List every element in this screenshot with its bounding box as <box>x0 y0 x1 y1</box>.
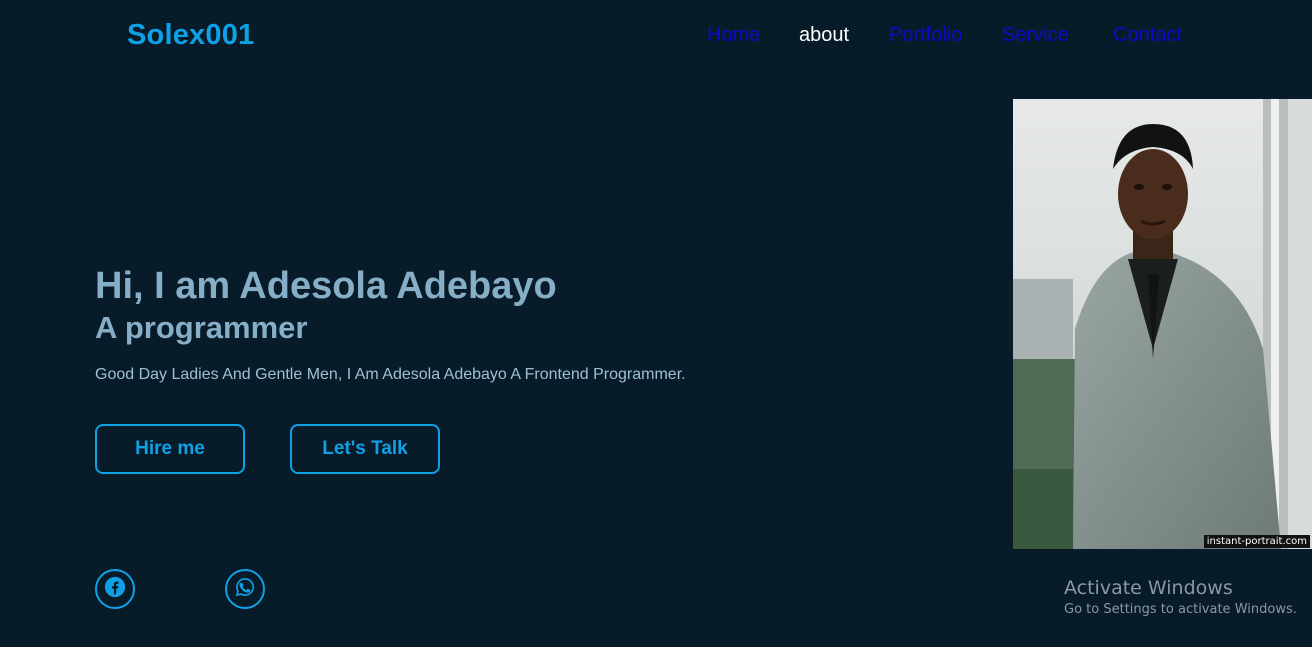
nav-home[interactable]: Home <box>707 24 760 47</box>
profile-photo: instant-portrait.com <box>1013 99 1312 549</box>
nav-about[interactable]: about <box>799 24 849 47</box>
activate-windows-title: Activate Windows <box>1064 577 1233 599</box>
hero-description: Good Day Ladies And Gentle Men, I Am Ade… <box>95 366 686 383</box>
whatsapp-icon <box>234 576 256 603</box>
nav-contact[interactable]: Contact <box>1113 24 1182 47</box>
whatsapp-link[interactable] <box>225 569 265 609</box>
page: Solex001 Home about Portfolio Service Co… <box>0 0 1312 647</box>
hero-title: Hi, I am Adesola Adebayo <box>95 265 557 307</box>
activate-windows-subtitle: Go to Settings to activate Windows. <box>1064 602 1297 617</box>
hero-subtitle: A programmer <box>95 310 308 345</box>
portrait-watermark: instant-portrait.com <box>1203 535 1310 548</box>
nav-portfolio[interactable]: Portfolio <box>889 24 962 47</box>
facebook-link[interactable] <box>95 569 135 609</box>
facebook-icon <box>104 576 126 603</box>
activate-windows-overlay: Activate Windows Go to Settings to activ… <box>1064 577 1297 617</box>
site-logo[interactable]: Solex001 <box>127 19 254 52</box>
lets-talk-button[interactable]: Let's Talk <box>290 424 440 474</box>
nav-service[interactable]: Service <box>1002 24 1069 47</box>
hire-me-button[interactable]: Hire me <box>95 424 245 474</box>
